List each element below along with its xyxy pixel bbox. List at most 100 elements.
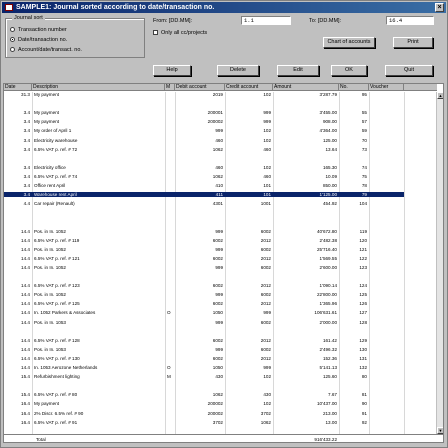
table-row[interactable]: 16.4 2% Discr. 6.5% ref. # 90 200002 3702 21… [4,411,404,416]
table-row[interactable]: 14.4 6.5% VAT p. ref. # 121 6002 2012 1'569.… [4,256,404,261]
close-icon[interactable]: × [435,3,444,12]
app-icon [5,4,13,11]
cell-amount [273,219,337,224]
cell-date [4,329,30,334]
col-voucher[interactable]: Voucher [369,84,404,91]
cell-desc: Office rent April [34,183,66,188]
table-row[interactable]: 14.4 6.5% VAT p. ref. # 119 6002 2012 2'482.… [4,238,404,243]
table-row[interactable] [4,329,404,334]
radio-account[interactable] [10,47,15,52]
table-row[interactable]: 3.4 My payment 200002 999 908.00 57 [4,119,404,124]
cell-amount: 2'600.00 [319,264,337,270]
cell-no: 104 [359,201,367,207]
cell-desc: 2% Discr. 6.5% ref. # 90 [34,410,84,416]
chart-of-accounts-button[interactable]: Chart of accounts [323,37,375,48]
table-row[interactable]: 3.4 6.5% VAT p. ref. # 74 1062 460 10.09 75 [4,174,404,179]
quit-button[interactable]: Quit [385,65,433,76]
cell-date: 14.4 [21,246,30,252]
sort-option-account[interactable]: Account/date/transact. no. [10,46,82,53]
table-row[interactable]: 14.4 6.5% VAT p. ref. # 125 6002 2012 1'365.… [4,301,404,306]
radio-transaction[interactable] [10,27,15,32]
edit-button[interactable]: Edit [277,65,319,76]
journal-table[interactable]: Date Description M Debit account Credit … [3,83,444,443]
cell-m [167,283,174,288]
table-row[interactable] [4,156,404,161]
col-debit[interactable]: Debit account [175,84,225,91]
print-button[interactable]: Print [393,37,433,48]
col-amount[interactable]: Amount [273,84,339,91]
sort-option-transaction[interactable]: Transaction number [10,26,67,33]
cell-debit: 1050 [212,365,223,370]
scroll-up-icon[interactable]: ▲ [437,92,443,99]
table-header: Date Description M Debit account Credit … [4,84,437,91]
table-row[interactable]: 15.4 6.5% VAT p. ref. # 80 1062 430 7.67 81 [4,392,404,397]
table-row[interactable] [4,383,404,388]
table-row[interactable] [4,219,404,224]
table-row[interactable]: 4.4 Car repair (Renault) 4301 1001 454.92 104 [4,201,404,206]
from-field[interactable]: 1.1 [241,16,291,25]
col-date[interactable]: Date [4,84,32,91]
cell-debit: 999 [215,264,223,270]
cell-amount: 13.64 [325,146,338,152]
cell-date: 15.4 [21,392,30,398]
cell-desc: Pos. in In. 1052 [34,264,66,270]
table-row[interactable]: 3.4 Office rent April 410 101 850.00 78 [4,183,404,188]
table-row[interactable]: 14.4 6.5% VAT p. ref. # 128 6002 2012 161.42… [4,338,404,343]
table-row[interactable]: 14.4 Pos. in In. 1053 999 6002 2'496.32 130 [4,347,404,352]
cell-amount: 40'672.80 [316,228,337,234]
cell-no: 75 [361,173,367,179]
cell-debit [175,383,223,388]
cell-voucher [369,238,402,243]
delete-button[interactable]: Delete [217,65,259,76]
cell-desc: 6.5% VAT p. ref. # 72 [34,146,78,152]
cell-desc [34,383,164,388]
table-row[interactable]: 14.4 Pos. in In. 1052 999 6002 2'600.00 123 [4,265,404,270]
table-row[interactable]: 14.4 In. 1053 Aerozone Netherlands O 1050 99… [4,365,404,370]
cell-credit [225,329,271,334]
cell-credit: 6002 [260,228,271,234]
cell-m [167,392,174,397]
table-row[interactable] [4,274,404,279]
table-row[interactable]: 15.4 Refurbishment lighting M 430 102 125.60 8… [4,374,404,379]
help-button[interactable]: Help [153,65,191,76]
cell-date: 4.4 [23,201,30,207]
table-row[interactable]: 14.4 Pos. in In. 1052 999 6002 40'672.80 119 [4,229,404,234]
radio-date[interactable] [10,37,15,42]
ok-button[interactable]: OK [331,65,367,76]
to-field[interactable]: 16.4 [386,16,434,25]
cell-debit: 200001 [207,110,223,116]
table-row[interactable]: 14.4 Pos. in In. 1052 999 6002 25'716.40 121 [4,247,404,252]
table-row[interactable]: 3.4 My payment 200001 999 3'455.00 55 [4,110,404,115]
col-description[interactable]: Description [32,84,165,91]
col-no[interactable]: No. [339,84,369,91]
cell-no: 131 [359,355,367,361]
only-cc-checkbox[interactable] [153,30,158,35]
table-row[interactable]: 14.4 In. 1052 Parkers & Associates O 1050 99… [4,310,404,315]
table-row[interactable] [4,210,404,215]
table-row[interactable]: 31.3 My payment 2019 102 3'287.79 95 [4,92,404,97]
table-row[interactable]: 3.4 Electricity office 460 102 165.30 74 [4,165,404,170]
table-row[interactable]: 16.4 My payment 200002 102 10'437.00 90 [4,401,404,406]
cell-date: 14.4 [21,355,30,361]
table-row[interactable]: 3.4 My order of April 1 999 102 4'364.00 59 [4,128,404,133]
cell-debit [175,156,223,161]
table-row-selected[interactable]: 3.4 Warehouse rent April 411 101 1'125.00 79 [4,192,404,198]
table-row[interactable]: 14.4 6.5% VAT p. ref. # 123 6002 2012 1'090.… [4,283,404,288]
vertical-scrollbar[interactable]: ▲ ▼ [436,92,443,434]
cell-amount: 454.92 [322,201,337,207]
table-row[interactable] [4,101,404,106]
table-row[interactable]: 16.4 6.5% VAT p. ref. # 91 3702 1062 13.00 92 [4,420,404,425]
sort-option-date[interactable]: Date/transaction no. [10,36,67,43]
col-credit[interactable]: Credit account [225,84,273,91]
cell-m [167,229,174,234]
cell-date [4,219,30,224]
table-row[interactable]: 3.4 Electricity warehouse 460 102 125.00 70 [4,138,404,143]
cell-m [167,411,174,416]
table-row[interactable]: 3.4 6.5% VAT p. ref. # 72 1062 460 13.64 73 [4,147,404,152]
table-row[interactable]: 14.4 Pos. in In. 1053 999 6002 2'000.00 128 [4,320,404,325]
table-row[interactable]: 14.4 6.5% VAT p. ref. # 130 6002 2012 152.36… [4,356,404,361]
table-row[interactable]: 14.4 Pos. in In. 1052 999 6002 22'800.00 125 [4,292,404,297]
col-m[interactable]: M [165,84,175,91]
scroll-down-icon[interactable]: ▼ [437,427,443,434]
cell-desc: Refurbishment lighting [34,374,80,380]
